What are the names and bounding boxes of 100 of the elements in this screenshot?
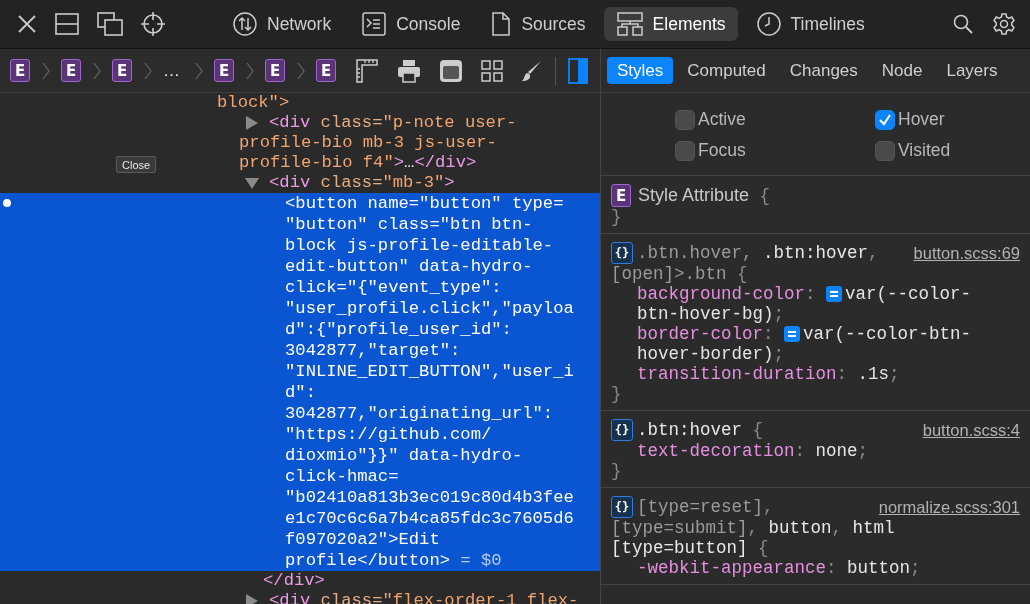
rule-badge: {}: [611, 419, 633, 441]
sidebar-tab[interactable]: Styles: [607, 57, 674, 84]
crosshair-icon[interactable]: [140, 11, 166, 37]
toolbar-tab[interactable]: Sources: [478, 7, 598, 41]
close-icon[interactable]: [16, 13, 38, 35]
variable-icon[interactable]: [826, 286, 843, 302]
code-line: 3042877,"target":: [285, 340, 461, 361]
rule-badge: {}: [611, 496, 633, 518]
code-line: <button name="button" type=: [285, 193, 564, 214]
code-line: </div>: [263, 571, 325, 591]
selected-node-highlight[interactable]: [0, 193, 600, 571]
code-line: block js-profile-editable-: [285, 235, 554, 256]
chevron-icon: [195, 61, 203, 80]
code-line: <div class="p-note user-: [269, 113, 517, 133]
breadcrumb-ellipsis[interactable]: …: [163, 60, 183, 81]
code-line: profile</button> = $0: [285, 550, 502, 571]
ruler-icon[interactable]: [355, 57, 379, 84]
dock-bottom-icon[interactable]: [54, 12, 80, 36]
code-line: e1c70c6c6a7b4ca85fdc3c7605d6: [285, 508, 574, 529]
grid-icon[interactable]: [481, 59, 503, 82]
sidebar-tab[interactable]: Layers: [936, 57, 1008, 84]
css-text: border-color:: [637, 324, 775, 344]
checkbox[interactable]: [875, 109, 895, 130]
rule-badge: {}: [611, 242, 633, 264]
chevron-icon: [246, 61, 254, 80]
sidebar-toggle-icon[interactable]: [568, 57, 588, 84]
tree-icon: [615, 11, 644, 37]
code-line: f097020a2">Edit: [285, 529, 440, 550]
sidebar-tab[interactable]: Changes: [779, 57, 868, 84]
toolbar-tab[interactable]: Elements: [603, 7, 738, 41]
checkbox-label: Active: [698, 109, 746, 130]
code-line: dioxmio"}}" data-hydro-: [285, 445, 523, 466]
css-text: .btn:hover {: [637, 420, 764, 440]
toolbar-tab[interactable]: Network: [220, 7, 344, 41]
code-line: <div class="mb-3">: [269, 173, 455, 193]
printer-icon[interactable]: [397, 58, 421, 83]
chevron-icon: [42, 61, 50, 80]
code-line: profile-bio mb-3 js-user-: [239, 133, 497, 153]
window-icon[interactable]: [439, 58, 463, 83]
toolbar-tab[interactable]: Console: [349, 7, 473, 41]
sidebar-tab[interactable]: Computed: [677, 57, 776, 84]
document-icon: [490, 11, 513, 37]
element-badge[interactable]: E: [265, 59, 285, 82]
code-line: d":: [285, 382, 316, 403]
css-text: }: [611, 461, 622, 481]
css-text: transition-duration: .1s;: [637, 364, 900, 384]
variable-icon[interactable]: [784, 326, 801, 342]
disclosure-triangle[interactable]: [245, 176, 259, 190]
code-line: block">: [217, 93, 290, 113]
element-badge: E: [611, 184, 631, 207]
checkbox[interactable]: [875, 140, 895, 161]
sidebar-tab[interactable]: Node: [871, 57, 933, 84]
brush-icon[interactable]: [521, 58, 543, 83]
detach-window-icon[interactable]: [96, 11, 124, 37]
code-line: click="{"event_type":: [285, 277, 502, 298]
disclosure-triangle[interactable]: [245, 116, 259, 130]
code-line: "button" class="btn btn-: [285, 214, 533, 235]
css-text: text-decoration: none;: [637, 441, 869, 461]
css-text: Style Attribute {: [638, 185, 771, 206]
css-text: -webkit-appearance: button;: [637, 558, 921, 578]
code-line: "https://github.com/: [285, 424, 492, 445]
selection-dot: [3, 199, 11, 207]
code-line: 3042877,"originating_url":: [285, 403, 554, 424]
settings-icon[interactable]: [992, 12, 1016, 36]
code-line: d":{"profile_user_id":: [285, 319, 512, 340]
css-text: }: [611, 384, 622, 404]
element-badge[interactable]: E: [10, 59, 30, 82]
checkbox[interactable]: [675, 140, 695, 161]
css-text: var(--color-: [845, 284, 972, 304]
terminal-icon: [361, 11, 388, 37]
css-text: [type=button] {: [611, 538, 769, 558]
search-icon[interactable]: [952, 13, 974, 35]
element-badge[interactable]: E: [61, 59, 81, 82]
clock-icon: [755, 11, 782, 37]
element-badge[interactable]: E: [112, 59, 132, 82]
toolbar-tab[interactable]: Timelines: [743, 7, 877, 41]
css-text: [type=submit], button, html: [611, 518, 895, 538]
code-line: "b02410a813b3ec019c80d4b3fee: [285, 487, 574, 508]
code-line: "INLINE_EDIT_BUTTON","user_i: [285, 361, 574, 382]
up-down-arrows-icon: [232, 11, 258, 37]
close-button[interactable]: Close: [116, 156, 157, 173]
css-text: hover-border);: [637, 344, 785, 364]
source-link[interactable]: button.scss:69: [913, 243, 1020, 263]
element-badge[interactable]: E: [316, 59, 336, 82]
code-line: edit-button" data-hydro-: [285, 256, 533, 277]
chevron-icon: [297, 61, 305, 80]
source-link[interactable]: button.scss:4: [922, 420, 1020, 440]
checkbox[interactable]: [675, 109, 695, 130]
element-badge[interactable]: E: [214, 59, 234, 82]
css-text: [open]>.btn {: [611, 264, 748, 284]
css-text: btn-hover-bg);: [637, 304, 785, 324]
checkbox-label: Visited: [898, 140, 951, 161]
css-text: background-color:: [637, 284, 817, 304]
checkbox-label: Hover: [898, 109, 945, 130]
code-line: click-hmac=: [285, 466, 399, 487]
css-text: }: [611, 207, 622, 227]
source-link[interactable]: normalize.scss:301: [878, 497, 1020, 517]
code-line: "user_profile.click","payloa: [285, 298, 574, 319]
css-text: [type=reset],: [637, 497, 774, 517]
disclosure-triangle[interactable]: [245, 594, 259, 604]
